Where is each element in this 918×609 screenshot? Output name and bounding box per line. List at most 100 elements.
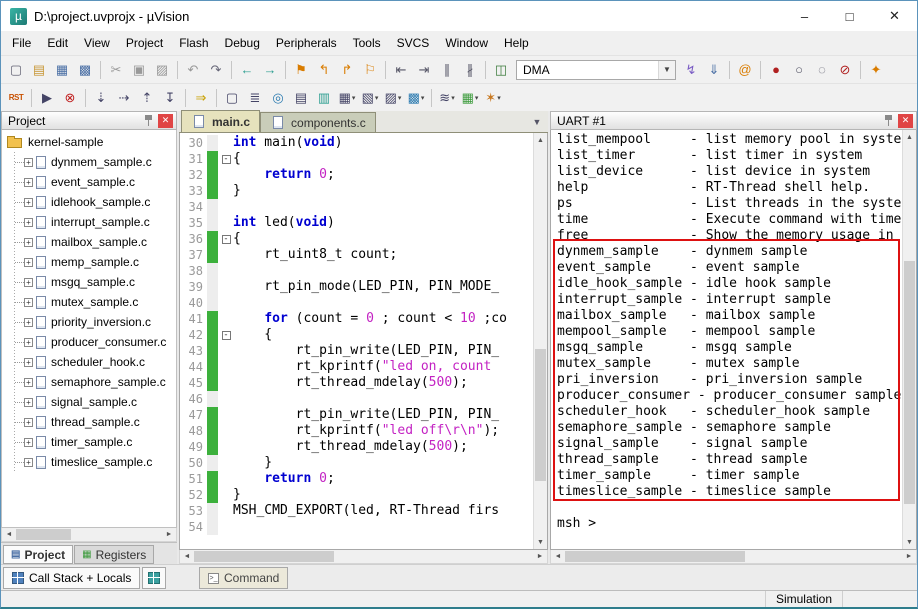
expand-icon[interactable]: + bbox=[24, 257, 33, 267]
scroll-track[interactable] bbox=[565, 550, 902, 563]
select-target-icon-icon[interactable]: ◫ bbox=[490, 59, 512, 81]
menu-view[interactable]: View bbox=[76, 33, 118, 53]
copy-icon[interactable]: ▣ bbox=[128, 59, 150, 81]
expand-icon[interactable]: + bbox=[24, 457, 33, 467]
menu-window[interactable]: Window bbox=[437, 33, 496, 53]
call-stack-locals-tab[interactable]: Call Stack + Locals bbox=[3, 567, 141, 589]
cut-icon[interactable]: ✂ bbox=[105, 59, 127, 81]
code-area[interactable]: 30 int main(void) 31-{32 return 0; 33} 34 35 i… bbox=[179, 133, 548, 550]
flash-configure-icon[interactable]: ✦ bbox=[865, 59, 887, 81]
disassembly-window-icon[interactable]: ≣ bbox=[244, 87, 266, 109]
project-tree[interactable]: kernel-sample + dynmem_sample.c + event_samp… bbox=[1, 130, 177, 528]
expand-icon[interactable]: + bbox=[24, 237, 33, 247]
project-horizontal-scrollbar[interactable]: ◄ ► bbox=[1, 528, 177, 542]
scroll-right-icon[interactable]: ► bbox=[902, 550, 916, 563]
expand-icon[interactable]: + bbox=[24, 377, 33, 387]
maximize-button[interactable]: □ bbox=[827, 1, 872, 31]
tree-file-dynmem-sample-c[interactable]: + dynmem_sample.c bbox=[2, 152, 176, 172]
toggle-bookmark-icon[interactable]: ⚑ bbox=[290, 59, 312, 81]
navigate-back-icon[interactable]: ← bbox=[236, 59, 258, 81]
menu-file[interactable]: File bbox=[4, 33, 39, 53]
flash-download-icon[interactable]: ↯ bbox=[680, 59, 702, 81]
tree-root-kernel-sample[interactable]: kernel-sample bbox=[2, 132, 176, 152]
tree-file-mailbox-sample-c[interactable]: + mailbox_sample.c bbox=[2, 232, 176, 252]
scroll-right-icon[interactable]: ► bbox=[533, 550, 547, 563]
expand-icon[interactable]: + bbox=[24, 217, 33, 227]
scroll-right-icon[interactable]: ► bbox=[162, 528, 176, 541]
uart-horizontal-scrollbar[interactable]: ◄ ► bbox=[550, 550, 917, 564]
insert-breakpoint-icon[interactable]: ● bbox=[765, 59, 787, 81]
editor-horizontal-scrollbar[interactable]: ◄ ► bbox=[179, 550, 548, 564]
memory-windows-icon[interactable]: ▧ ▾ bbox=[359, 87, 381, 109]
project-close-icon[interactable]: ✕ bbox=[158, 113, 173, 128]
reset-cpu-button[interactable]: RST bbox=[5, 87, 27, 109]
close-button[interactable]: ✕ bbox=[872, 1, 917, 31]
toolbox-icon[interactable]: ✶ ▾ bbox=[482, 87, 504, 109]
enable-disable-breakpoint-icon[interactable]: ○ bbox=[788, 59, 810, 81]
kill-all-breakpoints-icon[interactable]: ⊘ bbox=[834, 59, 856, 81]
fold-collapse-icon[interactable]: - bbox=[221, 234, 231, 244]
tree-file-thread-sample-c[interactable]: + thread_sample.c bbox=[2, 412, 176, 432]
menu-svcs[interactable]: SVCS bbox=[389, 33, 438, 53]
tab-main-c[interactable]: main.c bbox=[181, 110, 261, 132]
analysis-windows-icon[interactable]: ▩ ▾ bbox=[405, 87, 427, 109]
scroll-track[interactable] bbox=[534, 147, 547, 535]
fold-collapse-icon[interactable]: - bbox=[221, 330, 231, 340]
menu-tools[interactable]: Tools bbox=[345, 33, 389, 53]
uart-close-icon[interactable]: ✕ bbox=[898, 113, 913, 128]
scroll-track[interactable] bbox=[194, 550, 533, 563]
step-over-icon[interactable]: ⇢ bbox=[113, 87, 135, 109]
scroll-left-icon[interactable]: ◄ bbox=[180, 550, 194, 563]
scroll-thumb[interactable] bbox=[535, 348, 546, 481]
disable-all-breakpoints-icon[interactable]: ◌ bbox=[811, 59, 833, 81]
scroll-left-icon[interactable]: ◄ bbox=[2, 528, 16, 541]
expand-icon[interactable]: + bbox=[24, 357, 33, 367]
tab-registers[interactable]: ▦ Registers bbox=[74, 545, 155, 564]
scroll-down-icon[interactable]: ▼ bbox=[903, 535, 916, 549]
target-select-combo[interactable]: DMA ▼ bbox=[516, 59, 676, 80]
save-icon[interactable]: ▦ bbox=[51, 59, 73, 81]
scroll-up-icon[interactable]: ▲ bbox=[903, 130, 916, 144]
fold-collapse-icon[interactable]: - bbox=[221, 154, 231, 164]
editor-vertical-scrollbar[interactable]: ▲ ▼ bbox=[533, 133, 547, 549]
tab-components-c[interactable]: components.c bbox=[260, 112, 376, 132]
run-button-icon[interactable]: ▶ bbox=[36, 87, 58, 109]
menu-help[interactable]: Help bbox=[496, 33, 537, 53]
show-next-statement-icon[interactable]: ⇒ bbox=[190, 87, 212, 109]
minimize-button[interactable]: – bbox=[782, 1, 827, 31]
next-bookmark-icon[interactable]: ↱ bbox=[336, 59, 358, 81]
combo-dropdown-icon[interactable]: ▼ bbox=[658, 60, 675, 79]
tree-file-producer-consumer-c[interactable]: + producer_consumer.c bbox=[2, 332, 176, 352]
tree-file-interrupt-sample-c[interactable]: + interrupt_sample.c bbox=[2, 212, 176, 232]
menu-edit[interactable]: Edit bbox=[39, 33, 76, 53]
command-window-icon[interactable]: ▢ bbox=[221, 87, 243, 109]
expand-icon[interactable]: + bbox=[24, 197, 33, 207]
expand-icon[interactable]: + bbox=[24, 417, 33, 427]
navigate-forward-icon[interactable]: → bbox=[259, 59, 281, 81]
clear-all-bookmarks-icon[interactable]: ⚐ bbox=[359, 59, 381, 81]
tree-file-timer-sample-c[interactable]: + timer_sample.c bbox=[2, 432, 176, 452]
tree-file-idlehook-sample-c[interactable]: + idlehook_sample.c bbox=[2, 192, 176, 212]
expand-icon[interactable]: + bbox=[24, 317, 33, 327]
tree-file-mutex-sample-c[interactable]: + mutex_sample.c bbox=[2, 292, 176, 312]
system-viewer-icon[interactable]: ▦ ▾ bbox=[459, 87, 481, 109]
stop-debug-icon[interactable]: ⊗ bbox=[59, 87, 81, 109]
step-out-icon[interactable]: ⇡ bbox=[136, 87, 158, 109]
new-file-icon[interactable]: ▢ bbox=[5, 59, 27, 81]
step-into-icon[interactable]: ⇣ bbox=[90, 87, 112, 109]
find-in-files-icon[interactable]: @ bbox=[734, 59, 756, 81]
tree-file-signal-sample-c[interactable]: + signal_sample.c bbox=[2, 392, 176, 412]
scroll-track[interactable] bbox=[903, 144, 916, 535]
scroll-track[interactable] bbox=[16, 528, 162, 541]
serial-windows-icon[interactable]: ▨ ▾ bbox=[382, 87, 404, 109]
tree-file-timeslice-sample-c[interactable]: + timeslice_sample.c bbox=[2, 452, 176, 472]
docked-grid-tab[interactable] bbox=[142, 567, 167, 589]
expand-icon[interactable]: + bbox=[24, 157, 33, 167]
unindent-icon[interactable]: ⇤ bbox=[390, 59, 412, 81]
menu-project[interactable]: Project bbox=[118, 33, 171, 53]
pin-icon[interactable] bbox=[883, 114, 893, 127]
expand-icon[interactable]: + bbox=[24, 397, 33, 407]
expand-icon[interactable]: + bbox=[24, 437, 33, 447]
comment-selection-icon[interactable]: ∥ bbox=[436, 59, 458, 81]
registers-window-icon[interactable]: ▤ bbox=[290, 87, 312, 109]
